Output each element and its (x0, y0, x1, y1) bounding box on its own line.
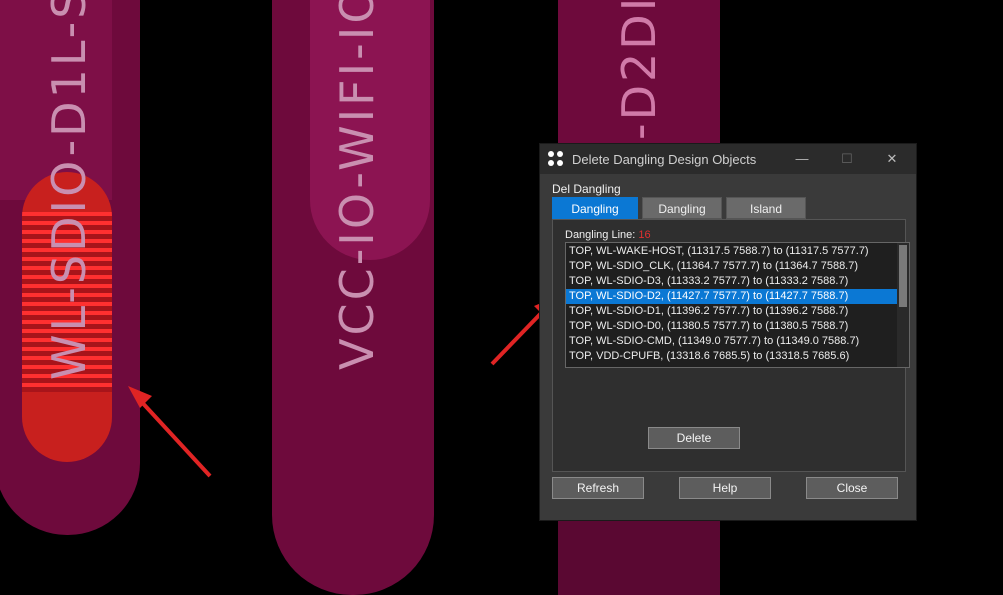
tab-dangling-vias[interactable]: Dangling Vias (642, 197, 722, 238)
list-item[interactable]: TOP, WL-WAKE-HOST, (11317.5 7588.7) to (… (566, 244, 897, 259)
help-button[interactable]: Help (679, 477, 771, 499)
tab-dangling-lines[interactable]: Dangling Lines (552, 197, 638, 238)
count-value: 16 (638, 229, 651, 241)
close-button[interactable]: Close (806, 477, 898, 499)
dangling-lines-list[interactable]: TOP, WL-WAKE-HOST, (11317.5 7588.7) to (… (565, 242, 910, 368)
list-item[interactable]: TOP, VDD-CPUFB, (13318.6 7685.5) to (133… (566, 349, 897, 364)
dangling-count-label: Dangling Line: 16 (565, 229, 651, 241)
dialog-titlebar[interactable]: Delete Dangling Design Objects — ☐ ✕ (540, 144, 916, 174)
minimize-button[interactable]: — (792, 149, 812, 169)
dialog-title: Delete Dangling Design Objects (572, 151, 757, 167)
delete-button[interactable]: Delete (648, 427, 740, 449)
tab-panel: Dangling Line: 16 TOP, WL-WAKE-HOST, (11… (552, 219, 910, 472)
arrow-left-icon (128, 386, 212, 478)
list-item[interactable]: TOP, WL-SDIO_CLK, (11364.7 7577.7) to (1… (566, 259, 897, 274)
list-item-selected[interactable]: TOP, WL-SDIO-D2, (11427.7 7577.7) to (11… (566, 289, 897, 304)
close-window-button[interactable]: ✕ (882, 149, 902, 169)
count-label-text: Dangling Line: (565, 229, 636, 241)
group-label: Del Dangling (552, 182, 621, 196)
list-item[interactable]: TOP, WL-SDIO-D0, (11380.5 7577.7) to (11… (566, 319, 897, 334)
scroll-thumb[interactable] (899, 245, 907, 307)
tab-island-shapes[interactable]: Island Shapes (726, 197, 806, 238)
app-icon (548, 151, 564, 167)
list-item[interactable]: TOP, WL-SDIO-CMD, (11349.0 7577.7) to (1… (566, 334, 897, 349)
list-item[interactable]: TOP, WL-SDIO-D3, (11333.2 7577.7) to (11… (566, 274, 897, 289)
delete-dangling-dialog: Delete Dangling Design Objects — ☐ ✕ Del… (539, 143, 917, 521)
list-scrollbar[interactable] (897, 243, 909, 367)
refresh-button[interactable]: Refresh (552, 477, 644, 499)
maximize-button[interactable]: ☐ (837, 149, 857, 169)
list-item[interactable]: TOP, WL-SDIO-D1, (11396.2 7577.7) to (11… (566, 304, 897, 319)
